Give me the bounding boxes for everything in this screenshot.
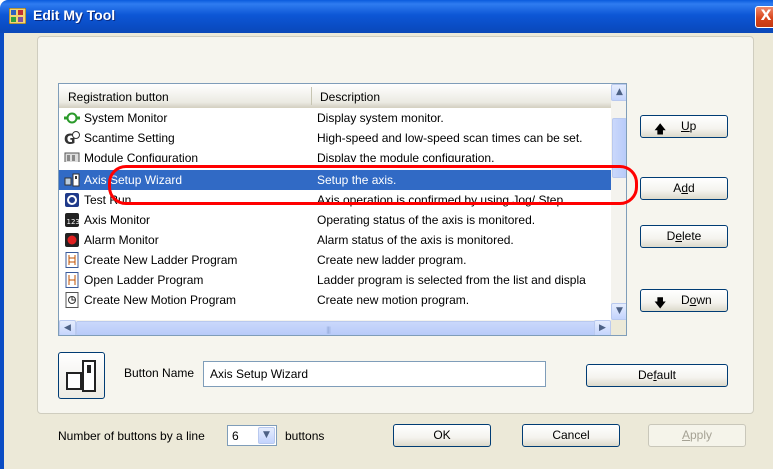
buttons-per-line-label: Number of buttons by a line: [58, 429, 205, 443]
add-button-label: Add: [673, 181, 695, 195]
up-button-label: Up: [681, 119, 697, 133]
button-icon-preview[interactable]: [58, 352, 105, 399]
scroll-up-icon[interactable]: ▲: [611, 84, 626, 101]
column-header-registration-button[interactable]: Registration button: [68, 90, 169, 104]
row-description: High-speed and low-speed scan times can …: [317, 131, 583, 145]
module-config-icon: [64, 152, 80, 162]
row-description: Create new ladder program.: [317, 253, 467, 267]
cancel-button[interactable]: Cancel: [522, 424, 620, 447]
svg-text:123: 123: [67, 218, 80, 226]
row-description: Create new motion program.: [317, 293, 470, 307]
list-row[interactable]: Create New Ladder Program Create new lad…: [59, 250, 611, 270]
grip-icon: |||: [326, 326, 331, 334]
row-description: Display system monitor.: [317, 111, 444, 125]
title-bar: Edit My Tool X: [0, 0, 773, 33]
row-name: Create New Motion Program: [84, 293, 237, 307]
row-name: System Monitor: [84, 111, 168, 125]
new-motion-icon: [65, 292, 79, 308]
delete-button-label: Delete: [666, 229, 702, 243]
default-button-label: Default: [637, 368, 677, 382]
apply-button[interactable]: Apply: [648, 424, 746, 447]
window-title: Edit My Tool: [33, 7, 116, 23]
row-description: Ladder program is selected from the list…: [317, 273, 586, 287]
arrow-down-icon: 🡇: [654, 296, 667, 310]
alarm-monitor-icon: [65, 233, 79, 247]
row-description: Alarm status of the axis is monitored.: [317, 233, 514, 247]
row-description: Operating status of the axis is monitore…: [317, 213, 536, 227]
down-button-label: Down: [681, 293, 712, 307]
add-button[interactable]: Add: [640, 177, 728, 200]
edit-my-tool-icon: [9, 8, 26, 24]
row-name: Module Configuration: [84, 151, 199, 162]
list-row[interactable]: Module Configuration Display the module …: [59, 148, 611, 162]
row-description: Display the module configuration.: [317, 151, 495, 162]
axis-setup-icon: [66, 360, 96, 392]
button-name-input[interactable]: Axis Setup Wizard: [203, 361, 546, 387]
row-name: Alarm Monitor: [84, 233, 159, 247]
new-ladder-icon: [65, 252, 79, 268]
scroll-right-icon[interactable]: ▶: [594, 320, 611, 335]
column-divider[interactable]: [311, 87, 312, 105]
open-ladder-icon: [65, 272, 79, 288]
delete-button[interactable]: Delete: [640, 225, 728, 248]
row-name: Create New Ladder Program: [84, 253, 238, 267]
default-button[interactable]: Default: [586, 364, 728, 387]
list-row[interactable]: Alarm Monitor Alarm status of the axis i…: [59, 230, 611, 250]
scroll-corner: [611, 320, 626, 335]
system-monitor-icon: [64, 112, 80, 124]
apply-button-label: Apply: [681, 428, 713, 442]
list-row[interactable]: Create New Motion Program Create new mot…: [59, 290, 611, 310]
column-header-description[interactable]: Description: [320, 90, 380, 104]
button-name-label: Button Name: [124, 366, 195, 380]
list-header: Registration button Description: [59, 84, 611, 108]
close-button[interactable]: X: [755, 6, 773, 28]
horizontal-scrollbar[interactable]: ◀ ||| ▶: [59, 320, 611, 335]
up-button[interactable]: 🡅 Up: [640, 115, 728, 138]
ok-button[interactable]: OK: [393, 424, 491, 447]
horizontal-scroll-thumb[interactable]: |||: [76, 321, 596, 335]
highlight-annotation: [108, 165, 638, 205]
scroll-down-icon[interactable]: ▼: [611, 303, 626, 320]
scantime-icon: G: [64, 131, 80, 146]
close-icon: X: [760, 8, 772, 24]
row-name: Scantime Setting: [84, 131, 175, 145]
test-run-icon: [65, 193, 79, 207]
chevron-down-icon[interactable]: ▼: [258, 427, 275, 444]
buttons-suffix-label: buttons: [285, 429, 325, 443]
registration-list[interactable]: Registration button Description System M…: [58, 83, 627, 336]
list-row[interactable]: G Scantime Setting High-speed and low-sp…: [59, 128, 611, 148]
arrow-up-icon: 🡅: [654, 122, 667, 136]
list-row[interactable]: System Monitor Display system monitor.: [59, 108, 611, 128]
down-button[interactable]: 🡇 Down: [640, 289, 728, 312]
list-row[interactable]: 123 Axis Monitor Operating status of the…: [59, 210, 611, 230]
buttons-per-line-select[interactable]: 6 ▼: [227, 425, 277, 446]
scroll-left-icon[interactable]: ◀: [59, 320, 76, 335]
list-row[interactable]: Open Ladder Program Ladder program is se…: [59, 270, 611, 290]
buttons-per-line-value: 6: [232, 429, 239, 443]
axis-setup-icon: [64, 173, 80, 187]
row-name: Open Ladder Program: [84, 273, 204, 287]
axis-monitor-icon: 123: [65, 213, 80, 227]
row-name: Axis Monitor: [84, 213, 151, 227]
